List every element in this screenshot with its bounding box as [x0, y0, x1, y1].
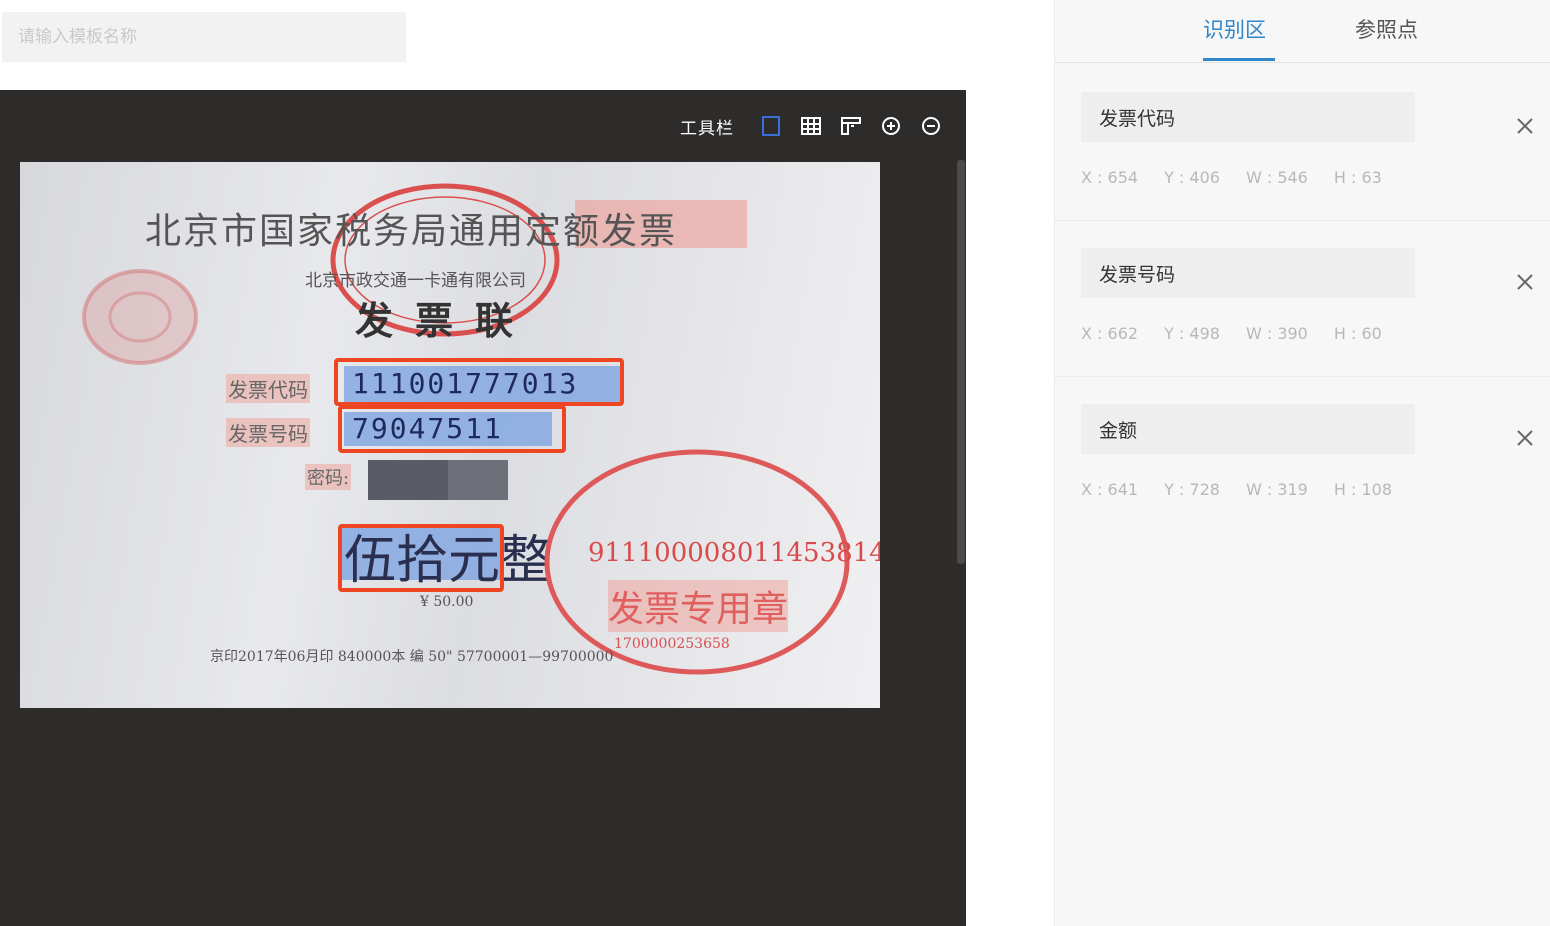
zoom-out-icon	[922, 117, 940, 135]
coord-y: Y : 498	[1164, 324, 1220, 343]
code-label: 发票代码	[226, 374, 310, 403]
coord-w: W : 390	[1245, 324, 1308, 343]
layout-button[interactable]	[838, 113, 864, 139]
region-coords: X : 662 Y : 498 W : 390 H : 60	[1081, 324, 1408, 343]
coord-h: H : 108	[1333, 480, 1392, 499]
scrollbar-thumb[interactable]	[957, 160, 965, 564]
tab-reference-points[interactable]: 参照点	[1355, 14, 1418, 44]
coord-h: H : 63	[1333, 168, 1382, 187]
region-coords: X : 641 Y : 728 W : 319 H : 108	[1081, 480, 1418, 499]
zoom-out-button[interactable]	[918, 113, 944, 139]
panel-tabs: 识别区 参照点	[1055, 0, 1550, 63]
layout-icon	[841, 117, 861, 135]
tab-recognition-area[interactable]: 识别区	[1203, 14, 1266, 44]
close-icon[interactable]	[1513, 426, 1537, 450]
coord-w: W : 546	[1245, 168, 1308, 187]
region-box-amount[interactable]	[338, 524, 504, 592]
image-viewer[interactable]: 工具栏 北京市国家税务局通用定额发票 北京市政交通一卡通有限公司 发票联 发票代…	[0, 90, 966, 926]
viewer-scrollbar[interactable]	[956, 160, 966, 926]
coord-x: X : 662	[1081, 324, 1139, 343]
coord-w: W : 319	[1245, 480, 1308, 499]
regions-panel: 识别区 参照点 X : 654 Y : 406 W : 546 H : 63 X : …	[1054, 0, 1550, 926]
close-icon[interactable]	[1513, 114, 1537, 138]
coord-x: X : 654	[1081, 168, 1139, 187]
invoice-image: 北京市国家税务局通用定额发票 北京市政交通一卡通有限公司 发票联 发票代码 11…	[20, 162, 880, 708]
zoom-in-button[interactable]	[878, 113, 904, 139]
invoice-copy-label: 发票联	[355, 298, 536, 343]
table-button[interactable]	[798, 113, 824, 139]
invoice-footer: 京印2017年06月印 840000本 编 50" 57700001—99700…	[210, 649, 614, 665]
amount-small: ¥ 50.00	[420, 594, 474, 610]
coord-h: H : 60	[1333, 324, 1382, 343]
region-item: X : 641 Y : 728 W : 319 H : 108	[1055, 376, 1550, 532]
invoice-company: 北京市政交通一卡通有限公司	[305, 271, 526, 291]
stamp-number: 911100008011453814	[588, 538, 880, 568]
stamp-text: 发票专用章	[608, 580, 789, 632]
stamp-serial: 1700000253658	[614, 636, 730, 652]
close-icon[interactable]	[1513, 270, 1537, 294]
region-coords: X : 654 Y : 406 W : 546 H : 63	[1081, 168, 1408, 187]
mima-redaction-1	[368, 460, 448, 500]
region-name-field[interactable]	[1081, 248, 1415, 298]
toolbar: 工具栏	[680, 112, 944, 140]
number-label: 发票号码	[226, 418, 310, 447]
region-box-code[interactable]	[334, 358, 624, 406]
table-icon	[801, 117, 821, 135]
rect-select-button[interactable]	[758, 113, 784, 139]
coord-x: X : 641	[1081, 480, 1139, 499]
region-name-field[interactable]	[1081, 92, 1415, 142]
region-item: X : 662 Y : 498 W : 390 H : 60	[1055, 220, 1550, 377]
coord-y: Y : 406	[1164, 168, 1220, 187]
toolbar-label: 工具栏	[680, 118, 734, 139]
coord-y: Y : 728	[1164, 480, 1220, 499]
invoice-title: 北京市国家税务局通用定额发票	[145, 211, 678, 252]
mima-redaction-2	[448, 460, 508, 500]
region-box-number[interactable]	[338, 405, 566, 453]
template-name-input[interactable]	[2, 12, 406, 62]
active-tab-indicator	[1203, 58, 1275, 61]
left-faded-seal	[82, 269, 198, 365]
mima-label: 密码:	[305, 464, 352, 490]
region-item: X : 654 Y : 406 W : 546 H : 63	[1055, 64, 1550, 221]
rect-select-icon	[762, 116, 780, 136]
zoom-in-icon	[882, 117, 900, 135]
region-name-field[interactable]	[1081, 404, 1415, 454]
